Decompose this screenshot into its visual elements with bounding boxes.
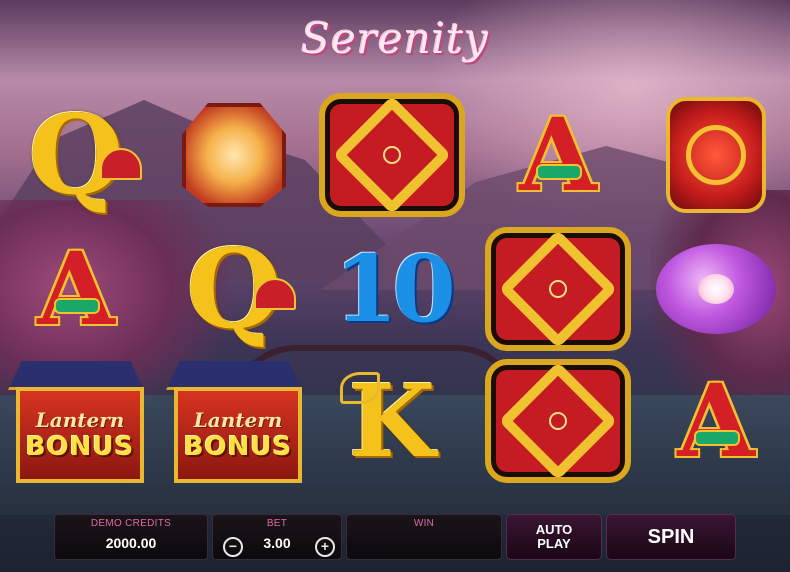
reel-4-row-1: A [482, 92, 634, 218]
endless-knot-icon [485, 359, 631, 483]
jade-gem-icon [54, 298, 100, 314]
fan-icon [254, 278, 296, 310]
reel-3-row-1 [316, 92, 468, 218]
reel-grid: Q A Lantern BONUS Q Lantern BONUS 10 K A… [0, 92, 790, 488]
lantern-bonus-symbol: Lantern BONUS [8, 361, 144, 483]
symbol-a: A [37, 230, 115, 348]
red-lantern-icon [666, 97, 766, 213]
bet-increase-button[interactable]: + [315, 537, 335, 557]
autoplay-button[interactable]: AUTO PLAY [506, 514, 602, 560]
endless-knot-icon [319, 93, 465, 217]
bonus-line2: BONUS [183, 432, 293, 462]
reel-1-row-3: Lantern BONUS [0, 358, 152, 484]
symbol-10: 10 [333, 235, 456, 343]
reel-3-row-2: 10 [316, 226, 468, 352]
endless-knot-icon [485, 227, 631, 351]
purple-lantern-icon [656, 244, 776, 334]
jade-gem-icon [536, 164, 582, 180]
bet-panel: BET 3.00 − + [212, 514, 342, 560]
pagoda-roof-icon [166, 361, 302, 390]
symbol-a: A [519, 96, 597, 214]
peony-icon [698, 274, 734, 304]
autoplay-label-line1: AUTO [535, 522, 573, 537]
win-label: WIN [413, 518, 435, 529]
pagoda-roof-icon [8, 361, 144, 390]
reel-2-row-2: Q [158, 226, 310, 352]
credits-panel: DEMO CREDITS 2000.00 [54, 514, 208, 560]
autoplay-label-line2: PLAY [537, 536, 571, 551]
lantern-bonus-symbol: Lantern BONUS [166, 361, 302, 483]
jade-gem-icon [694, 430, 740, 446]
bonus-line1: Lantern [35, 408, 125, 432]
bonus-line2: BONUS [25, 432, 135, 462]
dragon-icon [340, 372, 380, 404]
reel-2-row-1 [158, 92, 310, 218]
bet-decrease-button[interactable]: − [223, 537, 243, 557]
reel-1-row-1: Q [0, 92, 152, 218]
reel-5-row-1 [640, 92, 790, 218]
spin-button[interactable]: SPIN [606, 514, 736, 560]
reel-5-row-2 [640, 226, 790, 352]
symbol-a: A [677, 362, 755, 480]
win-panel: WIN [346, 514, 502, 560]
fan-icon [100, 148, 142, 180]
reel-4-row-3 [482, 358, 634, 484]
bonus-line1: Lantern [193, 408, 283, 432]
reel-5-row-3: A [640, 358, 790, 484]
hex-lantern-icon [182, 103, 286, 207]
bet-label: BET [266, 518, 288, 529]
reel-2-row-3: Lantern BONUS [158, 358, 310, 484]
credits-value: 2000.00 [105, 535, 157, 551]
control-bar: DEMO CREDITS 2000.00 BET 3.00 − + WIN AU… [0, 508, 790, 572]
reel-1-row-2: A [0, 226, 152, 352]
reel-4-row-2 [482, 226, 634, 352]
game-title: Serenity [301, 14, 489, 63]
credits-label: DEMO CREDITS [90, 518, 172, 529]
reel-3-row-3: K [316, 358, 468, 484]
